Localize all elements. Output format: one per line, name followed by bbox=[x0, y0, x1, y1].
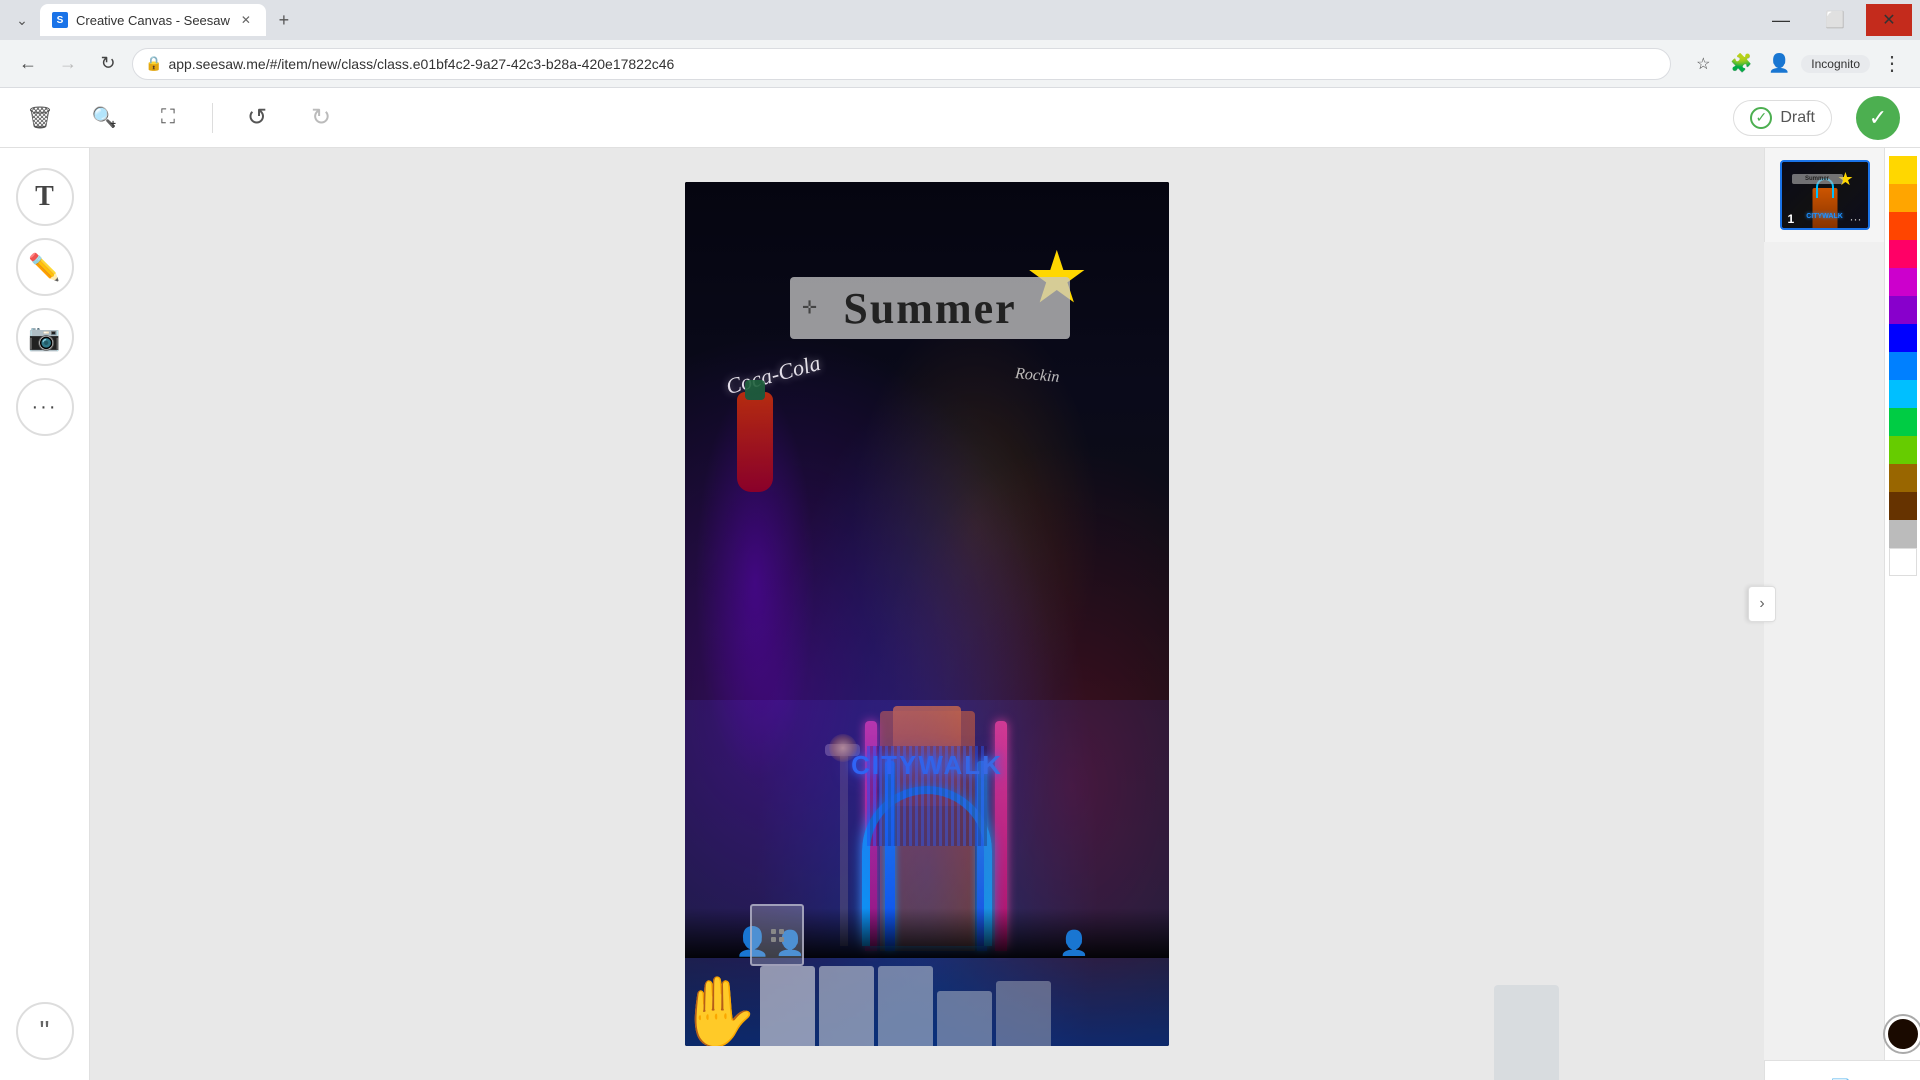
draft-btn[interactable]: ✓ Draft bbox=[1733, 100, 1832, 136]
summer-text: Summer bbox=[843, 283, 1016, 334]
address-bar[interactable]: 🔒 app.seesaw.me/#/item/new/class/class.e… bbox=[132, 48, 1671, 80]
sticker-card-1 bbox=[760, 966, 815, 1046]
back-btn[interactable]: ← bbox=[12, 48, 44, 80]
draft-label: Draft bbox=[1780, 109, 1815, 127]
bookmark-btn[interactable]: ☆ bbox=[1687, 48, 1719, 80]
color-swatch-cornflower[interactable] bbox=[1889, 352, 1917, 380]
draft-check-icon: ✓ bbox=[1750, 107, 1772, 129]
color-swatch-dark-brown[interactable] bbox=[1889, 492, 1917, 520]
close-btn[interactable]: ✕ bbox=[1866, 4, 1912, 36]
text-tool-btn[interactable]: T bbox=[16, 168, 74, 226]
resize-dots bbox=[771, 929, 784, 942]
resize-handle[interactable] bbox=[750, 904, 804, 966]
camera-tool-icon: 📷 bbox=[28, 322, 60, 353]
browser-frame: ⌄ S Creative Canvas - Seesaw ✕ + — ⬜ ✕ ←… bbox=[0, 0, 1920, 1080]
address-url: app.seesaw.me/#/item/new/class/class.e01… bbox=[168, 56, 674, 72]
color-swatch-blue[interactable] bbox=[1889, 324, 1917, 352]
sticker-card-4 bbox=[937, 991, 992, 1046]
main-area: T ✏️ 📷 ··· " bbox=[0, 148, 1920, 1080]
move-cursor-icon: ✛ bbox=[802, 298, 817, 319]
left-toolbar: T ✏️ 📷 ··· " bbox=[0, 148, 90, 1080]
tab-close-btn[interactable]: ✕ bbox=[238, 12, 254, 28]
pages-panel: CITYWALK ★ Summer 1 ··· bbox=[1764, 148, 1884, 242]
browser-tab-active[interactable]: S Creative Canvas - Seesaw ✕ bbox=[40, 4, 266, 36]
redo-btn[interactable]: ↻ bbox=[301, 98, 341, 138]
incognito-badge: Incognito bbox=[1801, 55, 1870, 73]
text-tool-icon: T bbox=[35, 181, 54, 213]
color-palette bbox=[1884, 148, 1920, 1060]
delete-btn[interactable]: 🗑 bbox=[20, 98, 60, 138]
more-tool-icon: ··· bbox=[32, 396, 58, 419]
more-tool-btn[interactable]: ··· bbox=[16, 378, 74, 436]
color-swatch-lime[interactable] bbox=[1889, 436, 1917, 464]
fullscreen-btn[interactable]: ⛶ bbox=[148, 98, 188, 138]
color-swatch-magenta[interactable] bbox=[1889, 268, 1917, 296]
address-lock-icon: 🔒 bbox=[145, 55, 162, 72]
person-3: 👤 bbox=[1059, 929, 1089, 958]
canvas-background: Coca-Cola CITYWALK bbox=[685, 182, 1169, 1046]
summer-text-box[interactable]: ✛ Summer bbox=[790, 277, 1070, 339]
tab-favicon: S bbox=[52, 12, 68, 28]
bottom-stickers-row bbox=[760, 966, 1169, 1046]
draw-tool-btn[interactable]: ✏️ bbox=[16, 238, 74, 296]
nav-bar: ← → ↻ 🔒 app.seesaw.me/#/item/new/class/c… bbox=[0, 40, 1920, 88]
submit-icon: ✓ bbox=[1869, 105, 1887, 131]
color-swatch-yellow[interactable] bbox=[1889, 156, 1917, 184]
maximize-btn[interactable]: ⬜ bbox=[1812, 4, 1858, 36]
color-swatch-sky-blue[interactable] bbox=[1889, 380, 1917, 408]
tab-group-btn[interactable]: ⌄ bbox=[8, 6, 36, 34]
zoom-btn[interactable]: 🔍+ bbox=[84, 98, 124, 138]
sticker-card-5 bbox=[996, 981, 1051, 1046]
draw-tool-icon: ✏️ bbox=[28, 252, 60, 283]
minimize-btn[interactable]: — bbox=[1758, 4, 1804, 36]
canvas[interactable]: Coca-Cola CITYWALK bbox=[685, 182, 1169, 1046]
color-swatch-red-orange[interactable] bbox=[1889, 212, 1917, 240]
profile-btn[interactable]: 👤 bbox=[1763, 48, 1795, 80]
camera-tool-btn[interactable]: 📷 bbox=[16, 308, 74, 366]
color-swatch-white[interactable] bbox=[1889, 548, 1917, 576]
new-tab-btn[interactable]: + bbox=[270, 6, 298, 34]
color-swatch-gray[interactable] bbox=[1889, 520, 1917, 548]
color-swatch-orange[interactable] bbox=[1889, 184, 1917, 212]
page-1-more[interactable]: ··· bbox=[1850, 212, 1862, 226]
app-toolbar: 🗑 🔍+ ⛶ ↺ ↻ ✓ Draft ✓ bbox=[0, 88, 1920, 148]
forward-btn[interactable]: → bbox=[52, 48, 84, 80]
tab-title: Creative Canvas - Seesaw bbox=[76, 13, 230, 28]
nav-right: ☆ 🧩 👤 Incognito ⋮ bbox=[1687, 48, 1908, 80]
sticker-card-2 bbox=[819, 966, 874, 1046]
quote-tool-btn[interactable]: " bbox=[16, 1002, 74, 1060]
right-wrapper: › CITYWALK ★ Su bbox=[1764, 148, 1920, 1080]
pages-panel-wrapper: › CITYWALK ★ Su bbox=[1764, 148, 1884, 1060]
quote-tool-icon: " bbox=[40, 1015, 50, 1047]
refresh-btn[interactable]: ↻ bbox=[92, 48, 124, 80]
page-1-thumb[interactable]: CITYWALK ★ Summer 1 ··· bbox=[1780, 160, 1870, 230]
add-page-area: 📄 + Add Page bbox=[1764, 1060, 1920, 1080]
outside-card-right bbox=[1494, 985, 1559, 1080]
page-1-number: 1 bbox=[1788, 212, 1795, 226]
right-content: › CITYWALK ★ Su bbox=[1764, 148, 1920, 1060]
menu-btn[interactable]: ⋮ bbox=[1876, 48, 1908, 80]
color-swatch-purple[interactable] bbox=[1889, 296, 1917, 324]
selected-color-swatch[interactable] bbox=[1885, 1016, 1920, 1052]
canvas-area: Coca-Cola CITYWALK bbox=[90, 148, 1764, 1080]
color-swatch-green[interactable] bbox=[1889, 408, 1917, 436]
submit-btn[interactable]: ✓ bbox=[1856, 96, 1900, 140]
tab-bar-left: ⌄ S Creative Canvas - Seesaw ✕ + bbox=[8, 4, 298, 36]
window-controls: — ⬜ ✕ bbox=[1758, 4, 1912, 36]
color-swatch-pink[interactable] bbox=[1889, 240, 1917, 268]
undo-btn[interactable]: ↺ bbox=[237, 98, 277, 138]
color-swatch-brown[interactable] bbox=[1889, 464, 1917, 492]
hand-sticker: 🤚 bbox=[685, 978, 760, 1046]
sticker-card-3 bbox=[878, 966, 933, 1046]
app-content: 🗑 🔍+ ⛶ ↺ ↻ ✓ Draft ✓ T bbox=[0, 88, 1920, 1080]
extensions-btn[interactable]: 🧩 bbox=[1725, 48, 1757, 80]
tab-bar: ⌄ S Creative Canvas - Seesaw ✕ + — ⬜ ✕ bbox=[0, 0, 1920, 40]
collapse-panel-btn[interactable]: › bbox=[1748, 586, 1776, 622]
